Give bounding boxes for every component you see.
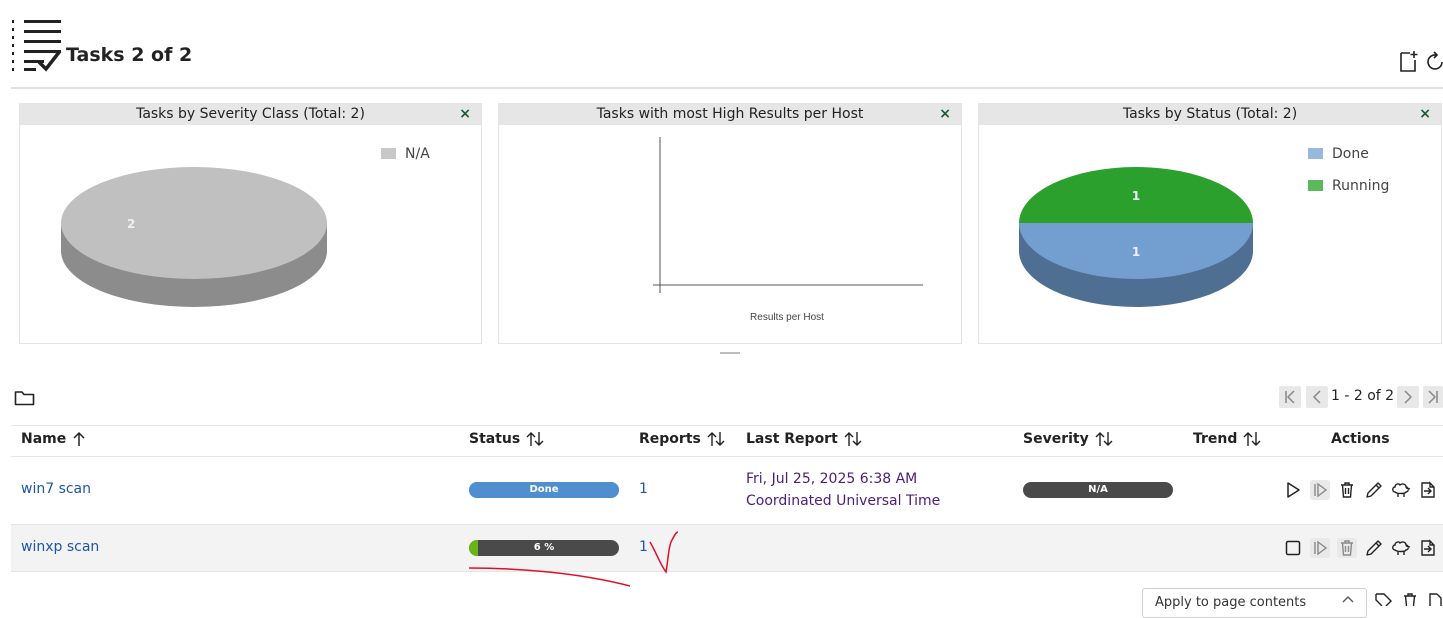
close-panel-button[interactable]: × xyxy=(1419,104,1431,125)
severity-label: N/A xyxy=(1088,484,1108,495)
pencil-icon xyxy=(1366,482,1382,498)
legend-swatch-done xyxy=(1308,148,1323,159)
reports-count-link[interactable]: 1 xyxy=(639,481,648,497)
column-header-severity[interactable]: Severity xyxy=(1023,431,1113,447)
page-title: Tasks 2 of 2 xyxy=(66,44,193,66)
pagination-text: 1 - 2 of 2 xyxy=(1331,388,1395,404)
sort-ascending-icon xyxy=(73,431,85,446)
high-results-panel-header: Tasks with most High Results per Host × xyxy=(499,104,961,125)
status-label: Done xyxy=(529,484,559,495)
severity-bar: N/A xyxy=(1023,482,1173,498)
export-task-button[interactable] xyxy=(1418,538,1438,558)
delete-task-button[interactable] xyxy=(1337,538,1357,558)
pie-label-running: 1 xyxy=(1132,189,1140,203)
column-header-name[interactable]: Name xyxy=(21,431,86,447)
edit-task-button[interactable] xyxy=(1364,538,1384,558)
first-page-icon xyxy=(1285,390,1295,404)
apply-to-select[interactable]: Apply to page contents xyxy=(1142,588,1367,618)
pie-label-na: 2 xyxy=(127,217,135,231)
sort-icon xyxy=(526,432,544,446)
last-page-button xyxy=(1423,386,1443,408)
table-row-highlight xyxy=(11,524,1443,571)
task-name-link[interactable]: win7 scan xyxy=(21,481,91,497)
previous-page-icon xyxy=(1312,390,1321,404)
sheep-clone-icon xyxy=(1392,483,1411,497)
panel-title: Tasks by Status (Total: 2) xyxy=(1122,106,1298,122)
sort-icon xyxy=(1095,432,1113,446)
stop-icon xyxy=(1285,540,1301,556)
table-bottom-border xyxy=(11,571,1443,572)
severity-class-panel-header: Tasks by Severity Class (Total: 2) × xyxy=(20,104,481,125)
resume-icon xyxy=(1314,482,1328,498)
legend-item-done: Done xyxy=(1308,146,1369,162)
stop-task-button[interactable] xyxy=(1283,538,1303,558)
legend-item-na: N/A xyxy=(381,146,430,162)
table-header-border xyxy=(11,456,1443,457)
close-panel-button[interactable]: × xyxy=(939,104,951,125)
column-header-last-report[interactable]: Last Report xyxy=(746,431,862,447)
column-header-actions: Actions xyxy=(1331,431,1390,447)
resume-task-button[interactable] xyxy=(1310,480,1330,500)
pie-label-done: 1 xyxy=(1132,245,1140,259)
header-divider xyxy=(11,87,1443,89)
column-header-status[interactable]: Status xyxy=(469,431,544,447)
bulk-export-icon[interactable] xyxy=(1427,592,1443,606)
resume-task-button[interactable] xyxy=(1310,538,1330,558)
status-pie-chart: 1 1 xyxy=(1019,167,1253,307)
apply-select-value: Apply to page contents xyxy=(1155,595,1307,610)
new-task-icon[interactable] xyxy=(1398,50,1420,74)
export-icon xyxy=(1421,539,1435,556)
severity-class-panel: Tasks by Severity Class (Total: 2) × 2 N… xyxy=(19,103,482,344)
task-name-link[interactable]: winxp scan xyxy=(21,539,99,555)
delete-task-button[interactable] xyxy=(1337,480,1357,500)
status-bar-done: Done xyxy=(469,482,619,498)
trash-icon xyxy=(1341,482,1353,498)
table-top-border xyxy=(11,425,1443,426)
task-list-icon xyxy=(12,20,62,72)
sort-icon xyxy=(707,432,725,446)
bulk-delete-icon[interactable] xyxy=(1402,592,1418,606)
refresh-icon[interactable] xyxy=(1427,50,1443,74)
trash-icon xyxy=(1341,540,1353,556)
sort-icon xyxy=(1243,432,1261,446)
pencil-icon xyxy=(1366,540,1382,556)
resume-icon xyxy=(1314,540,1328,556)
last-report-date: Fri, Jul 25, 2025 6:38 AM xyxy=(746,471,918,487)
column-header-reports[interactable]: Reports xyxy=(639,431,725,447)
status-panel-header: Tasks by Status (Total: 2) × xyxy=(979,104,1441,125)
first-page-button xyxy=(1279,386,1301,408)
last-report-link[interactable]: Fri, Jul 25, 2025 6:38 AM Coordinated Un… xyxy=(746,468,940,512)
column-header-trend[interactable]: Trend xyxy=(1193,431,1261,447)
legend-swatch-na xyxy=(381,148,396,159)
previous-page-button xyxy=(1306,386,1328,408)
dashboard-resize-handle[interactable] xyxy=(720,352,740,354)
status-panel: Tasks by Status (Total: 2) × 1 1 Done Ru… xyxy=(978,103,1442,344)
sort-icon xyxy=(844,432,862,446)
panel-title: Tasks with most High Results per Host xyxy=(596,106,864,122)
next-page-button xyxy=(1397,386,1419,408)
legend-swatch-running xyxy=(1308,180,1323,191)
pie-slice-na xyxy=(61,167,327,279)
red-annotation-marks xyxy=(468,531,679,587)
x-axis-label: Results per Host xyxy=(750,312,824,323)
play-icon xyxy=(1287,482,1300,498)
next-page-icon xyxy=(1404,390,1413,404)
export-icon xyxy=(1421,481,1435,498)
start-task-button[interactable] xyxy=(1283,480,1303,500)
last-page-icon xyxy=(1428,390,1438,404)
folder-icon[interactable] xyxy=(14,389,36,407)
sheep-clone-icon xyxy=(1392,541,1411,555)
high-results-bar-chart: Results per Host xyxy=(653,137,923,323)
edit-task-button[interactable] xyxy=(1364,480,1384,500)
high-results-panel: Tasks with most High Results per Host × … xyxy=(498,103,962,344)
tag-icon[interactable] xyxy=(1374,592,1394,606)
clone-task-button[interactable] xyxy=(1390,538,1412,558)
clone-task-button[interactable] xyxy=(1390,480,1412,500)
last-report-timezone: Coordinated Universal Time xyxy=(746,493,941,509)
export-task-button[interactable] xyxy=(1418,480,1438,500)
legend-item-running: Running xyxy=(1308,178,1389,194)
panel-title: Tasks by Severity Class (Total: 2) xyxy=(136,106,365,122)
close-panel-button[interactable]: × xyxy=(459,104,471,125)
row-divider xyxy=(11,524,1443,525)
